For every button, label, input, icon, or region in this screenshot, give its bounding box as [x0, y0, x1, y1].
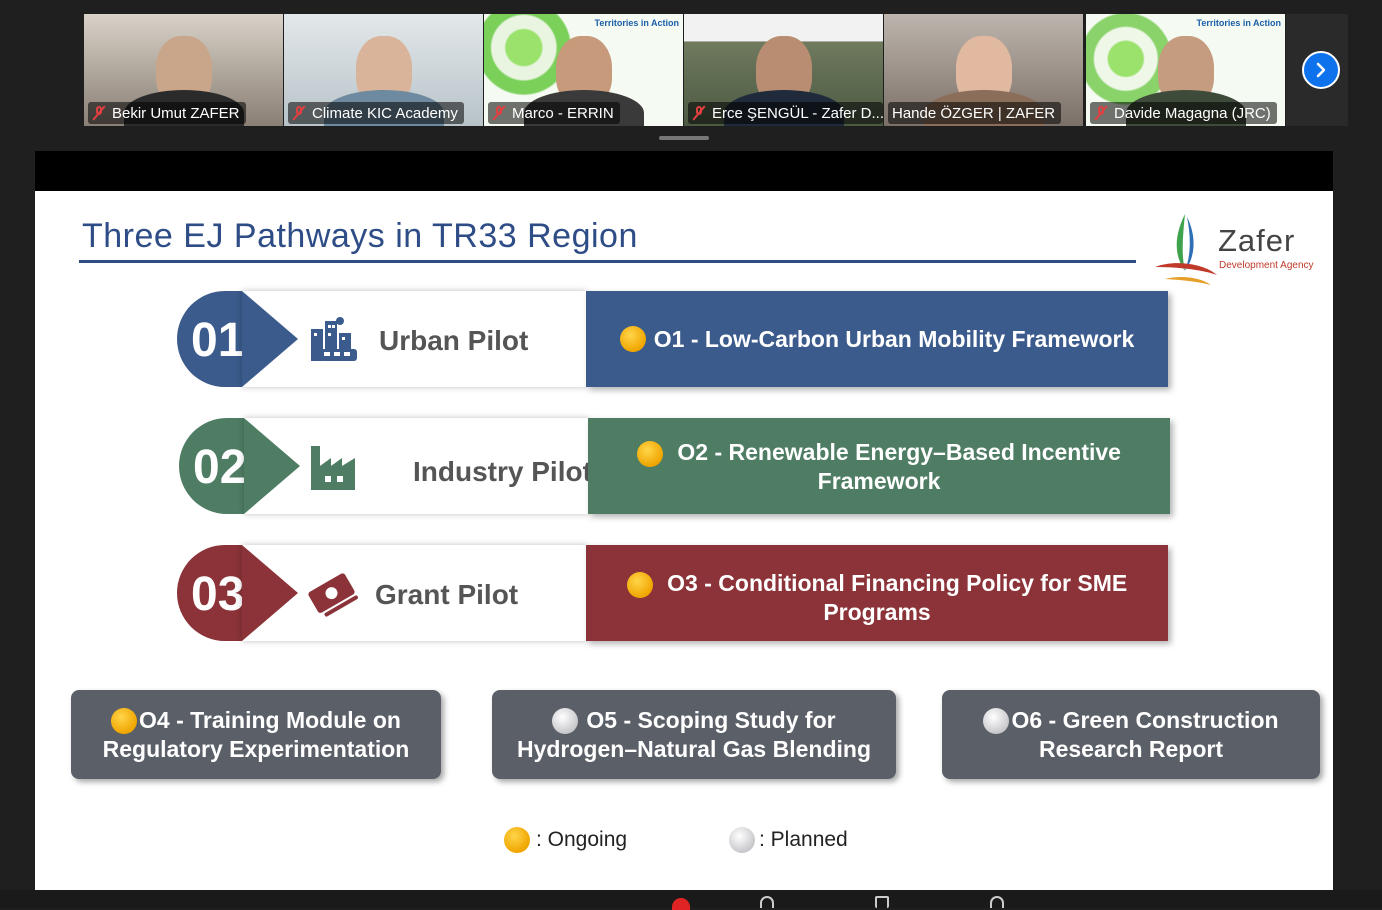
participant-tile[interactable]: Territories in Action Marco - ERRIN	[484, 14, 683, 126]
pilot-number: 01	[191, 314, 245, 367]
factory-icon	[311, 446, 355, 490]
mic-muted-icon	[692, 105, 706, 121]
legend-ongoing: : Ongoing	[504, 827, 627, 853]
participant-tile-active-speaker[interactable]: Hande ÖZGER | ZAFER	[884, 14, 1083, 126]
participant-strip: Bekir Umut ZAFER Climate KIC Academy Ter…	[0, 0, 1382, 150]
participant-tile[interactable]: Bekir Umut ZAFER	[84, 14, 283, 126]
mic-muted-icon	[1094, 105, 1108, 121]
participant-name: Erce ŞENGÜL - Zafer D...	[688, 102, 883, 124]
pilot-row-grant: 03 Grant Pilot O3 - Conditional Financin…	[177, 545, 1177, 641]
objective-card-o6: O6 - Green Construction Research Report	[942, 690, 1320, 779]
status-planned-icon	[552, 708, 579, 735]
status-ongoing-icon	[619, 326, 646, 352]
status-ongoing-icon	[626, 571, 653, 598]
pilot-label: Grant Pilot	[375, 579, 519, 610]
zafer-logo-mark-icon	[1155, 214, 1217, 285]
logo-name: Zafer	[1218, 223, 1296, 258]
strip-resize-handle[interactable]	[659, 136, 709, 140]
participant-name: Marco - ERRIN	[488, 102, 620, 124]
zafer-logo: Zafer Development Agency	[1145, 209, 1325, 289]
participants-icon[interactable]	[760, 896, 774, 908]
pilot-number: 03	[191, 568, 245, 621]
objective-box: O2 - Renewable Energy–Based Incentive Fr…	[588, 418, 1170, 514]
status-planned-icon	[983, 708, 1010, 735]
pilot-row-industry: 02 Industry Pilot O2 - Renewable Energy–…	[179, 418, 1179, 514]
shared-slide: Three EJ Pathways in TR33 Region Zafer D…	[35, 191, 1333, 890]
mic-muted-icon	[92, 105, 106, 121]
mic-muted-icon	[492, 105, 506, 121]
mic-muted-icon	[292, 105, 306, 121]
participant-name: Hande ÖZGER | ZAFER	[888, 102, 1062, 124]
pilot-arrow	[242, 291, 298, 387]
slide-title: Three EJ Pathways in TR33 Region	[82, 217, 638, 255]
legend-planned: : Planned	[729, 827, 848, 853]
shared-screen-top-bar	[35, 151, 1333, 191]
objective-card-o4: O4 - Training Module on Regulatory Exper…	[71, 690, 441, 779]
next-participants-button[interactable]	[1302, 51, 1340, 89]
participant-tile[interactable]: Climate KIC Academy	[284, 14, 483, 126]
money-icon	[308, 573, 358, 617]
participant-tile[interactable]: Erce ŞENGÜL - Zafer D...	[684, 14, 883, 126]
notification-badge	[672, 898, 690, 910]
pilot-arrow	[242, 545, 298, 641]
title-underline	[79, 260, 1136, 263]
objective-card-o5: O5 - Scoping Study for Hydrogen–Natural …	[492, 690, 896, 779]
chevron-right-icon	[1316, 62, 1326, 78]
participant-tile[interactable]: Territories in Action Davide Magagna (JR…	[1086, 14, 1285, 126]
participant-name: Climate KIC Academy	[288, 102, 464, 124]
objective-box: O1 - Low-Carbon Urban Mobility Framework	[586, 291, 1168, 387]
reactions-icon[interactable]	[990, 896, 1004, 908]
objective-box: O3 - Conditional Financing Policy for SM…	[586, 545, 1168, 641]
logo-subtitle: Development Agency	[1219, 260, 1314, 271]
pilot-number: 02	[193, 441, 247, 494]
participant-name: Davide Magagna (JRC)	[1090, 102, 1277, 124]
pilot-label: Industry Pilot	[413, 456, 592, 487]
participant-name: Bekir Umut ZAFER	[88, 102, 246, 124]
virtual-background-label: Territories in Action	[1196, 18, 1281, 28]
status-ongoing-icon	[504, 827, 530, 853]
status-ongoing-icon	[637, 440, 664, 467]
pilot-label: Urban Pilot	[379, 325, 529, 356]
pilot-arrow	[244, 418, 300, 514]
share-screen-icon[interactable]	[875, 896, 889, 908]
status-ongoing-icon	[111, 708, 138, 735]
city-icon	[311, 317, 357, 361]
virtual-background-label: Territories in Action	[594, 18, 679, 28]
meeting-toolbar	[0, 890, 1382, 908]
pilot-row-urban: 01 Urban Pilot O1 - Low-Carbon Urban Mob…	[177, 291, 1177, 387]
status-planned-icon	[729, 827, 755, 853]
